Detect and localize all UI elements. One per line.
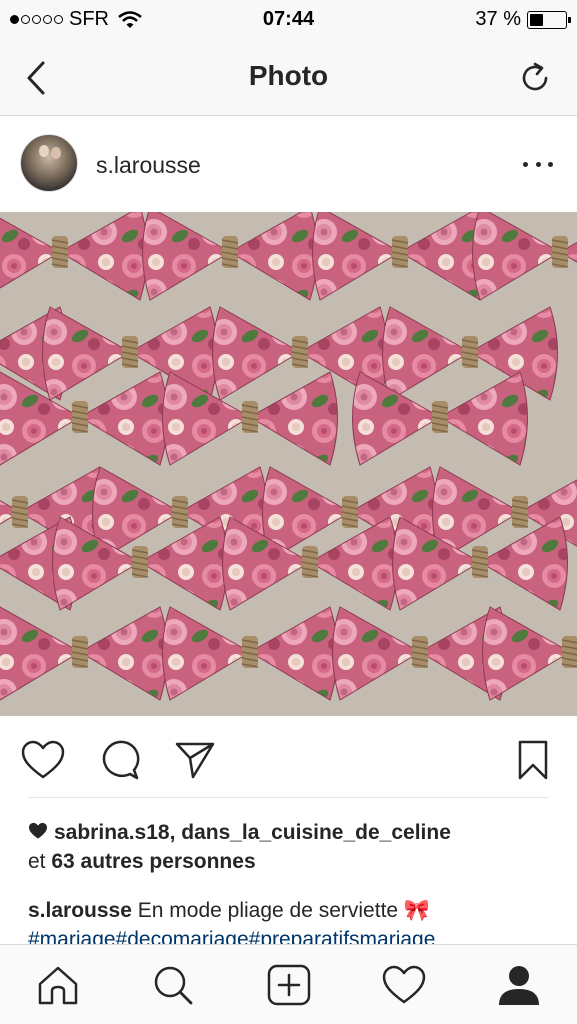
save-button[interactable] xyxy=(510,738,556,782)
battery-status: 37 % xyxy=(475,8,571,31)
post-photo[interactable] xyxy=(0,212,577,716)
divider xyxy=(28,797,549,798)
likes-others-count[interactable]: 63 autres personnes xyxy=(51,850,255,873)
share-button[interactable] xyxy=(172,738,218,782)
profile-icon xyxy=(499,966,539,1005)
battery-icon xyxy=(527,10,571,29)
search-icon xyxy=(154,966,193,1005)
caption-text: En mode pliage de serviette 🎀 xyxy=(137,899,431,922)
tab-profile[interactable] xyxy=(496,963,542,1007)
heart-icon xyxy=(21,740,65,779)
comment-button[interactable] xyxy=(96,738,142,782)
nav-bar: Photo xyxy=(0,40,577,116)
post-username[interactable]: s.larousse xyxy=(96,152,201,179)
avatar[interactable] xyxy=(20,134,78,192)
caption-author[interactable]: s.larousse xyxy=(28,899,132,922)
refresh-button[interactable] xyxy=(515,58,555,98)
add-icon xyxy=(267,964,311,1006)
photo-image xyxy=(0,212,577,716)
likes-summary: sabrina.s18, dans_la_cuisine_de_celine e… xyxy=(28,818,558,876)
tab-add[interactable] xyxy=(266,963,312,1007)
tab-home[interactable] xyxy=(35,963,81,1007)
tab-bar xyxy=(0,944,577,1024)
post-header: s.larousse xyxy=(0,116,577,212)
refresh-icon xyxy=(522,62,548,91)
heart-icon xyxy=(382,965,426,1004)
home-icon xyxy=(38,966,78,1005)
tab-activity[interactable] xyxy=(381,963,427,1007)
send-icon xyxy=(175,742,215,779)
page-title: Photo xyxy=(248,60,329,91)
comment-icon xyxy=(102,740,140,780)
more-options-button[interactable] xyxy=(523,156,553,172)
battery-percent: 37 % xyxy=(475,8,521,30)
status-bar: SFR 07:44 37 % xyxy=(0,0,577,40)
likes-conjunction: et xyxy=(28,850,46,873)
more-horizontal-icon xyxy=(523,161,528,167)
bookmark-icon xyxy=(518,740,548,780)
liked-by-users[interactable]: sabrina.s18, dans_la_cuisine_de_celine xyxy=(54,821,451,844)
post-caption: s.larousse En mode pliage de serviette 🎀… xyxy=(28,896,558,944)
like-button[interactable] xyxy=(20,738,66,782)
caption-hashtags[interactable]: #mariage#decomariage#preparatifsmariage xyxy=(28,928,435,944)
post-actions xyxy=(0,716,577,800)
tab-search[interactable] xyxy=(150,963,196,1007)
heart-filled-icon xyxy=(29,822,47,839)
